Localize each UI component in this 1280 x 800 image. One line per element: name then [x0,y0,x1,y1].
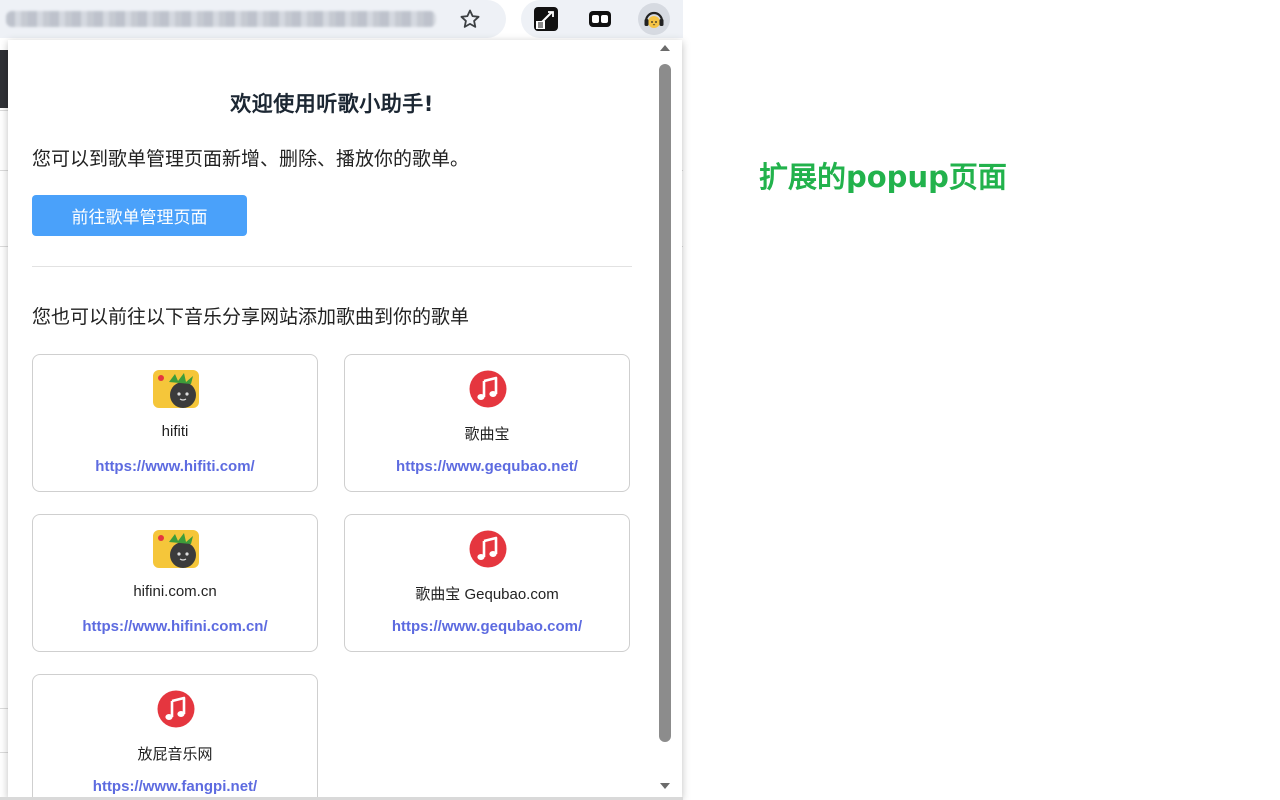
site-name: 歌曲宝 Gequbao.com [415,586,559,603]
tab-extension-icon [589,11,611,27]
background-divider [0,752,8,753]
background-divider [0,708,8,709]
scrollbar-thumb[interactable] [659,64,671,742]
background-divider [0,110,8,111]
site-name: hifini.com.cn [133,583,217,600]
translate-extension-icon [534,7,558,31]
divider [32,266,632,267]
music-note-icon [469,370,507,408]
scroll-up-arrow-icon[interactable] [659,43,671,53]
extensions-area [521,0,683,38]
background-divider [0,170,8,171]
popup-description: 您可以到歌单管理页面新增、删除、播放你的歌单。 [32,148,470,170]
site-card-fangpi[interactable]: 放屁音乐网 https://www.fangpi.net/ [32,674,318,798]
blurred-url [6,11,436,27]
background-page-dark-block [0,50,8,108]
tab-extension-button[interactable] [584,3,616,35]
pineapple-logo-icon [153,370,199,408]
popup-title: 欢迎使用听歌小助手! [230,92,434,116]
site-link[interactable]: https://www.gequbao.net/ [345,458,629,475]
browser-toolbar [0,0,683,40]
site-card-hifini[interactable]: hifini.com.cn https://www.hifini.com.cn/ [32,514,318,652]
site-link[interactable]: https://www.fangpi.net/ [33,778,317,795]
pineapple-logo-icon [153,530,199,568]
go-to-playlist-manager-button[interactable]: 前往歌单管理页面 [32,195,247,236]
music-assistant-extension-icon [644,11,664,28]
site-link[interactable]: https://www.hifini.com.cn/ [33,618,317,635]
site-link[interactable]: https://www.hifiti.com/ [33,458,317,475]
address-bar[interactable] [0,0,506,38]
scroll-down-arrow-icon[interactable] [659,781,671,791]
translate-extension-button[interactable] [530,3,562,35]
extension-popup: 欢迎使用听歌小助手! 您可以到歌单管理页面新增、删除、播放你的歌单。 前往歌单管… [8,40,682,798]
site-card-gequbao-com[interactable]: 歌曲宝 Gequbao.com https://www.gequbao.com/ [344,514,630,652]
background-divider [0,246,8,247]
site-name: 歌曲宝 [464,426,510,443]
star-icon[interactable] [458,7,482,31]
annotation-label: 扩展的popup页面 [759,160,1007,194]
screenshot-stage: 欢迎使用听歌小助手! 您可以到歌单管理页面新增、删除、播放你的歌单。 前往歌单管… [0,0,1280,800]
music-note-icon [157,690,195,728]
music-sites-heading: 您也可以前往以下音乐分享网站添加歌曲到你的歌单 [32,306,470,328]
music-note-icon [469,530,507,568]
music-assistant-extension-button[interactable] [638,3,670,35]
site-card-hifiti[interactable]: hifiti https://www.hifiti.com/ [32,354,318,492]
site-link[interactable]: https://www.gequbao.com/ [345,618,629,635]
site-name: 放屁音乐网 [137,746,213,763]
background-page [0,40,8,800]
site-name: hifiti [161,423,189,440]
site-card-gequbao-net[interactable]: 歌曲宝 https://www.gequbao.net/ [344,354,630,492]
